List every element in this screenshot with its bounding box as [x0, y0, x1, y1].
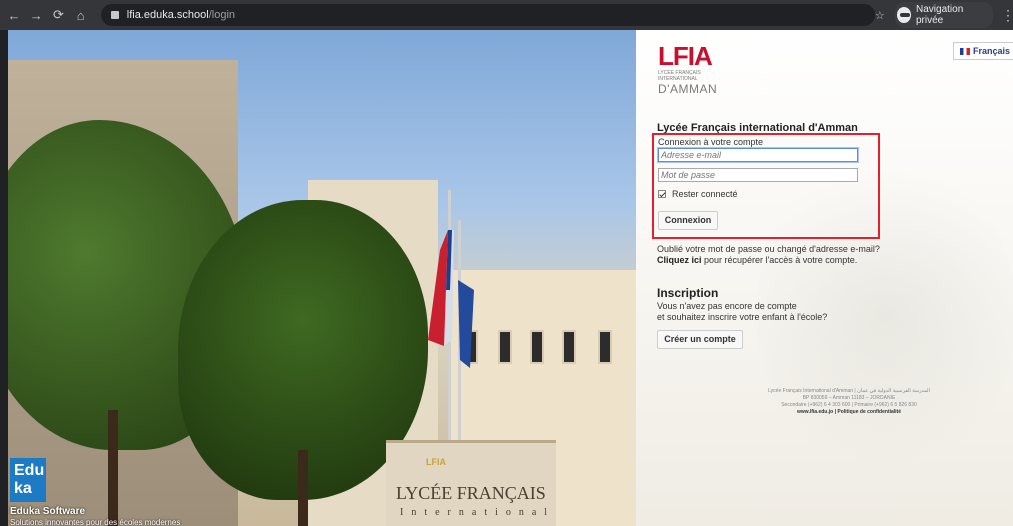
url-path: /login	[208, 9, 235, 21]
school-photo: LFIA LYCÉE FRANÇAIS International Edu ka…	[8, 30, 636, 526]
remember-label: Rester connecté	[672, 189, 738, 199]
sign-logo: LFIA	[426, 457, 446, 467]
school-sign: LFIA LYCÉE FRANÇAIS International	[386, 440, 556, 526]
remember-checkbox[interactable]	[658, 190, 666, 198]
window	[530, 330, 544, 364]
footer-line2: BP 830059 – Amman 11183 – JORDANIE	[802, 395, 896, 401]
forgot-line2: pour récupérer l'accès à votre compte.	[701, 255, 858, 265]
browser-toolbar: ← → ⟳ ⌂ lfia.eduka.school/login ☆ Naviga…	[0, 0, 1013, 30]
home-icon[interactable]: ⌂	[73, 8, 89, 23]
logo-mark: LFIA	[658, 41, 713, 71]
footer-line3: Secondaire (+962) 6 4 303 600 | Primaire…	[781, 402, 917, 408]
remember-me[interactable]: Rester connecté	[658, 189, 738, 199]
register-line1: Vous n'avez pas encore de compte	[657, 301, 797, 311]
eduka-logo: Edu ka	[10, 458, 46, 502]
more-menu-icon[interactable]: ⋮	[1001, 7, 1013, 24]
forgot-link[interactable]: Cliquez ici	[657, 255, 702, 265]
private-label: Navigation privée	[916, 4, 964, 26]
incognito-icon	[896, 7, 911, 23]
address-bar[interactable]: lfia.eduka.school/login	[100, 4, 875, 26]
register-line2: et souhaitez inscrire votre enfant à l'é…	[657, 312, 828, 322]
language-selector[interactable]: Français	[952, 42, 1013, 60]
school-logo: LFIA LYCÉE FRANÇAIS INTERNATIONAL D'AMMA…	[658, 42, 726, 108]
footer-privacy-link[interactable]: Politique de confidentialité	[837, 409, 901, 415]
private-browsing-badge[interactable]: Navigation privée	[894, 2, 994, 28]
login-button[interactable]: Connexion	[658, 211, 718, 230]
register-title: Inscription	[657, 286, 719, 300]
footer-line1: Lycée Français International d'Amman | ا…	[768, 388, 930, 394]
window	[598, 330, 612, 364]
reload-icon[interactable]: ⟳	[50, 7, 66, 23]
footer-website-link[interactable]: www.lfia.edu.jo	[797, 409, 833, 415]
language-label: Français	[972, 46, 1010, 56]
login-subtitle: Connexion à votre compte	[658, 137, 764, 147]
forgot-line1: Oublié votre mot de passe ou changé d'ad…	[657, 244, 880, 254]
tree-trunk	[108, 410, 118, 526]
footer: Lycée Français International d'Amman | ا…	[734, 388, 964, 416]
eduka-tagline: Solutions innovantes pour des écoles mod…	[10, 518, 181, 526]
email-field[interactable]	[658, 148, 858, 162]
login-form: Connexion à votre compte Rester connecté…	[652, 133, 880, 239]
login-page: LFIA LYCÉE FRANÇAIS International Edu ka…	[8, 30, 1013, 526]
window	[562, 330, 576, 364]
bookmark-star-icon[interactable]: ☆	[875, 9, 885, 22]
tree-trunk	[298, 450, 308, 526]
back-arrow-icon[interactable]: ←	[6, 8, 22, 23]
sign-title: LYCÉE FRANÇAIS	[396, 483, 546, 503]
forward-arrow-icon[interactable]: →	[28, 8, 44, 23]
logo-city: D'AMMAN	[658, 82, 718, 96]
forgot-password-text: Oublié votre mot de passe ou changé d'ad…	[657, 244, 897, 266]
france-flag-icon	[959, 47, 970, 55]
sign-subtitle: International	[400, 507, 556, 518]
url-host: lfia.eduka.school	[126, 9, 209, 21]
eu-flag	[458, 280, 474, 368]
logo-small-text: LYCÉE FRANÇAIS INTERNATIONAL	[658, 70, 701, 82]
create-account-button[interactable]: Créer un compte	[657, 330, 743, 349]
register-text: Vous n'avez pas encore de compte et souh…	[657, 301, 897, 323]
lock-icon	[110, 11, 119, 19]
window	[498, 330, 512, 364]
eduka-name: Eduka Software	[10, 506, 86, 517]
login-panel: Français LFIA LYCÉE FRANÇAIS INTERNATION…	[636, 30, 1013, 526]
password-field[interactable]	[658, 168, 858, 182]
french-flag	[428, 230, 454, 346]
